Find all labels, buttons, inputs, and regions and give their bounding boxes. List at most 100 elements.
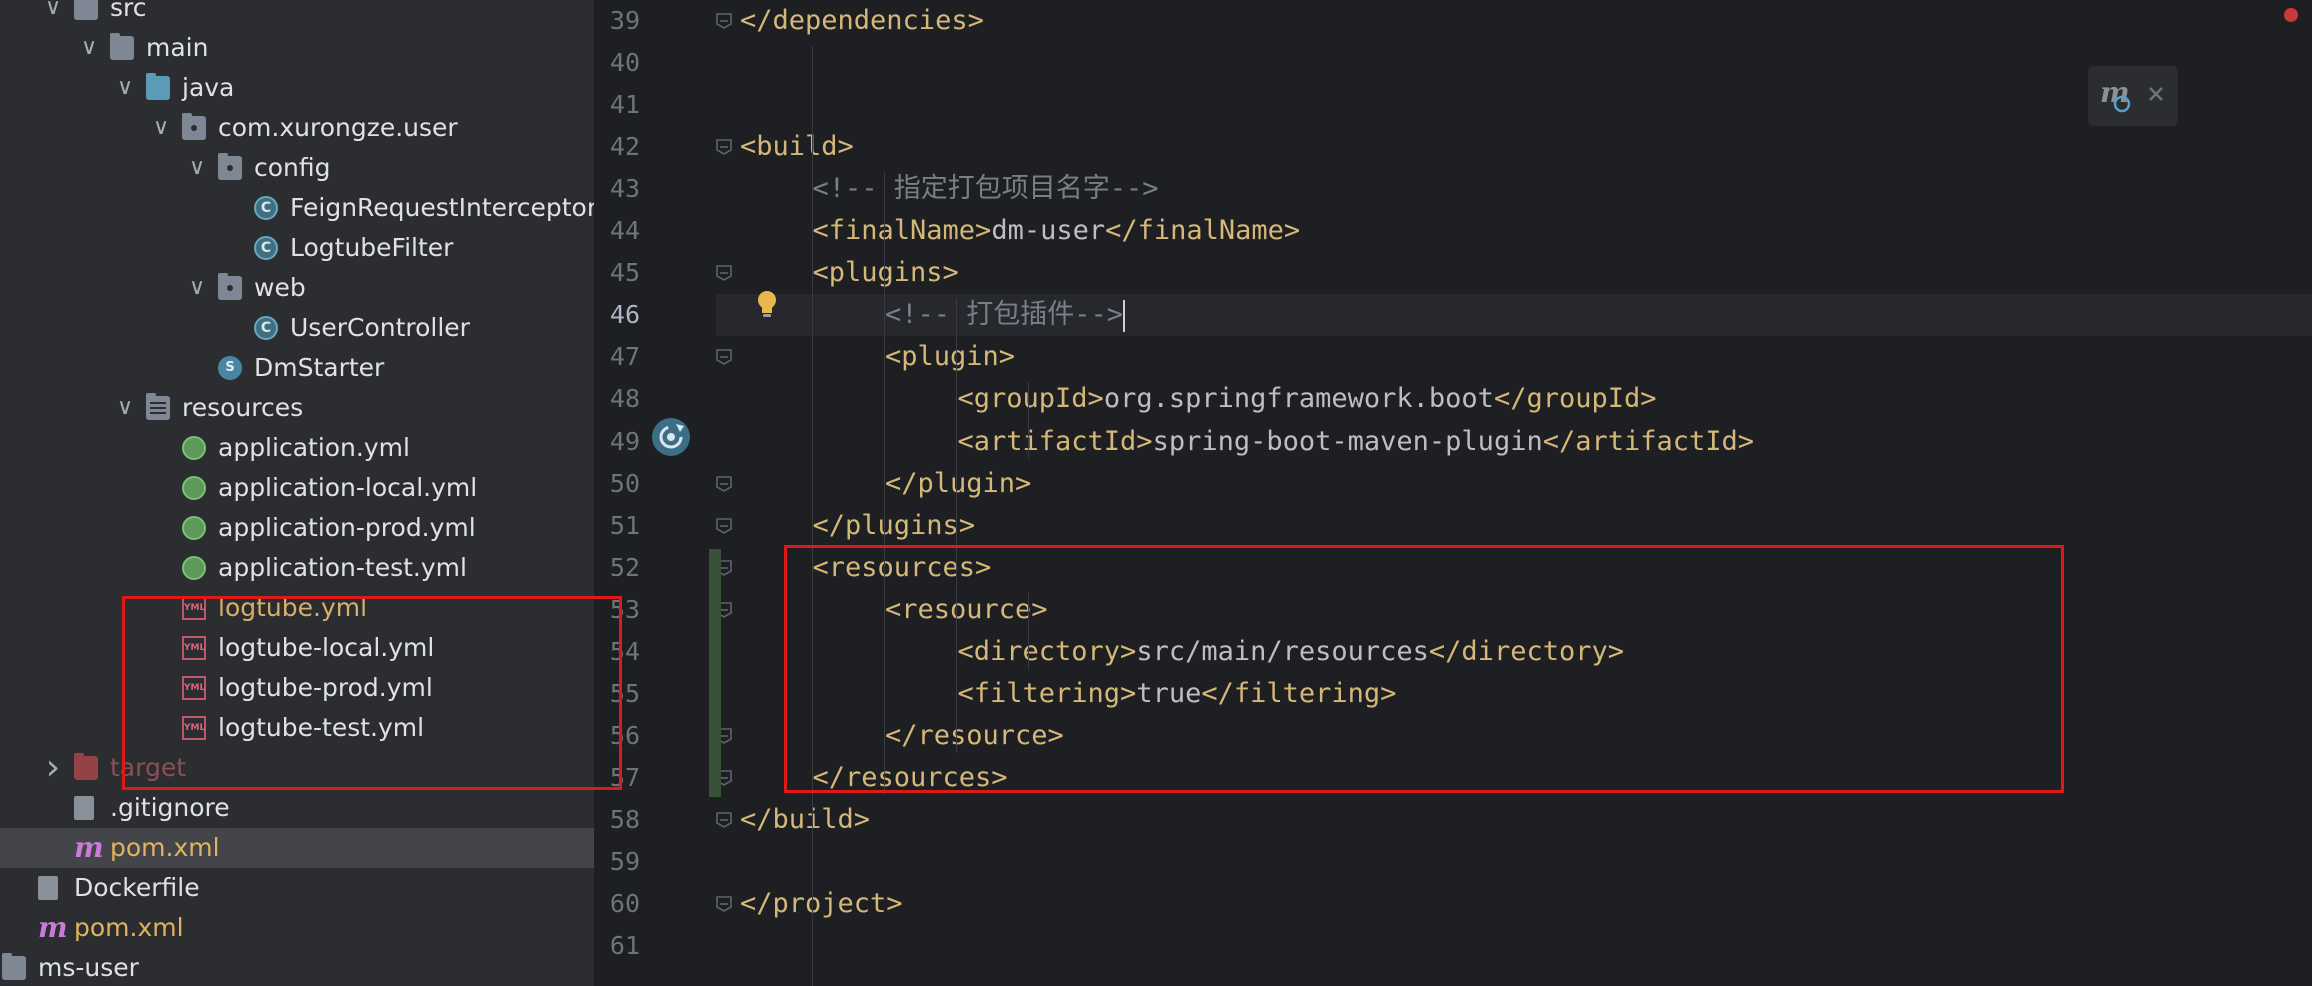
tree-item[interactable]: config (0, 148, 594, 188)
code-editor[interactable]: 39 40 41 42 43 44 45 46 47 48 49 50 51 52 53 54 55 56 57 58… (596, 0, 2312, 986)
xml-comment: <!-- 打包插件--> (885, 299, 1124, 331)
line-number: 44 (609, 216, 640, 246)
tree-item[interactable]: application-local.yml (0, 468, 594, 508)
code-line[interactable] (716, 126, 2312, 168)
line-number: 42 (609, 132, 640, 162)
resources-folder-icon (146, 393, 170, 420)
xml-tag: <artifactId> (957, 425, 1153, 457)
chevron-down-icon[interactable] (40, 0, 66, 28)
chevron-down-icon[interactable] (148, 108, 174, 148)
tree-item[interactable]: C FeignRequestInterceptor (0, 188, 594, 228)
chevron-down-icon[interactable] (112, 68, 138, 108)
tree-item[interactable]: m pom.xml (0, 828, 594, 868)
code-text: <plugins> (813, 252, 959, 294)
line-number: 43 (609, 174, 640, 204)
code-text: <groupId>org.springframework.boot</group… (958, 378, 1657, 420)
lightbulb-intention-icon[interactable] (756, 290, 778, 320)
code-line[interactable] (716, 42, 2312, 84)
run-spring-boot-icon[interactable] (652, 418, 690, 456)
tree-item-label: LogtubeFilter (290, 233, 454, 262)
xml-tag: </plugin> (885, 467, 1032, 499)
tree-item[interactable]: ms-user (0, 948, 594, 986)
folder-icon (110, 33, 134, 60)
java-class-icon: C (254, 236, 278, 260)
code-text: </dependencies> (740, 0, 984, 42)
code-text: </project> (740, 883, 903, 925)
fold-marker-icon[interactable] (715, 475, 733, 493)
maven-reload-badge[interactable]: m (2088, 66, 2178, 126)
module-folder-icon (2, 953, 26, 980)
fold-marker-icon[interactable] (715, 517, 733, 535)
tree-item-label: application-local.yml (218, 473, 478, 502)
fold-marker-icon[interactable] (715, 264, 733, 282)
tree-item[interactable]: m pom.xml (0, 908, 594, 948)
xml-tag: <finalName> (812, 215, 992, 247)
tree-item[interactable]: java (0, 68, 594, 108)
tree-item[interactable]: com.xurongze.user (0, 108, 594, 148)
tree-item[interactable]: .gitignore (0, 788, 594, 828)
line-number: 61 (609, 931, 640, 961)
tree-item[interactable]: application.yml (0, 428, 594, 468)
code-text: </plugin> (885, 463, 1031, 505)
xml-tag: </plugins> (812, 509, 976, 541)
tree-item-label: web (254, 273, 306, 302)
maven-pom-icon: m (38, 911, 68, 944)
text-cursor (1123, 299, 1126, 332)
editor-gutter: 39 40 41 42 43 44 45 46 47 48 49 50 51 52 53 54 55 56 57 58… (596, 0, 716, 986)
xml-tag: </groupId> (1493, 383, 1657, 415)
line-number: 46 (609, 300, 640, 330)
code-line[interactable] (716, 84, 2312, 126)
code-text: <!-- 打包插件--> (885, 294, 1126, 336)
line-number: 60 (609, 889, 640, 919)
line-number: 52 (609, 552, 640, 582)
xml-tag: </artifactId> (1542, 425, 1755, 457)
line-number: 51 (609, 510, 640, 540)
error-indicator-icon[interactable] (2284, 8, 2298, 22)
tree-item-label: .gitignore (110, 793, 230, 822)
tree-item-label: pom.xml (110, 833, 220, 862)
code-line[interactable] (716, 799, 2312, 841)
tree-item[interactable]: Dockerfile (0, 868, 594, 908)
code-line[interactable] (716, 883, 2312, 925)
tree-item[interactable]: application-prod.yml (0, 508, 594, 548)
tree-item[interactable]: main (0, 28, 594, 68)
xml-tag: </build> (740, 803, 871, 835)
xml-comment: <!-- 指定打包项目名字--> (812, 173, 1159, 205)
chevron-down-icon[interactable] (76, 28, 102, 68)
xml-text: org.springframework.boot (1103, 383, 1494, 415)
highlight-box-yml-files (122, 596, 622, 790)
code-line[interactable] (716, 925, 2312, 967)
source-folder-icon (74, 0, 98, 20)
xml-tag: </finalName> (1105, 215, 1301, 247)
tree-item-label: application-prod.yml (218, 513, 476, 542)
chevron-down-icon[interactable] (184, 148, 210, 188)
xml-text: spring-boot-maven-plugin (1152, 425, 1543, 457)
project-tree-panel: src main java com.xurongze.user config C Feign… (0, 0, 596, 986)
chevron-down-icon[interactable] (184, 268, 210, 308)
tree-item[interactable]: application-test.yml (0, 548, 594, 588)
xml-tag: </project> (740, 888, 903, 920)
indent-guide (812, 46, 813, 986)
tree-item[interactable]: C UserController (0, 308, 594, 348)
fold-marker-icon[interactable] (715, 348, 733, 366)
code-line[interactable] (716, 841, 2312, 883)
tree-item[interactable]: src (0, 0, 594, 28)
tree-item[interactable]: resources (0, 388, 594, 428)
xml-tag: </dependencies> (740, 5, 984, 36)
code-text: </build> (740, 799, 870, 841)
fold-marker-icon[interactable] (715, 12, 733, 30)
chevron-down-icon[interactable] (112, 388, 138, 428)
tree-item[interactable]: C LogtubeFilter (0, 228, 594, 268)
fold-marker-icon[interactable] (715, 895, 733, 913)
tree-item-label: config (254, 153, 331, 182)
fold-marker-icon[interactable] (715, 811, 733, 829)
spring-config-icon (182, 436, 206, 460)
chevron-right-icon[interactable] (40, 748, 66, 788)
tree-item[interactable]: S DmStarter (0, 348, 594, 388)
tree-item[interactable]: web (0, 268, 594, 308)
spring-config-icon (182, 556, 206, 580)
tree-item-label: pom.xml (74, 913, 184, 942)
vcs-added-lines-marker[interactable] (709, 548, 721, 797)
code-text: <build> (740, 126, 854, 168)
fold-marker-icon[interactable] (715, 138, 733, 156)
